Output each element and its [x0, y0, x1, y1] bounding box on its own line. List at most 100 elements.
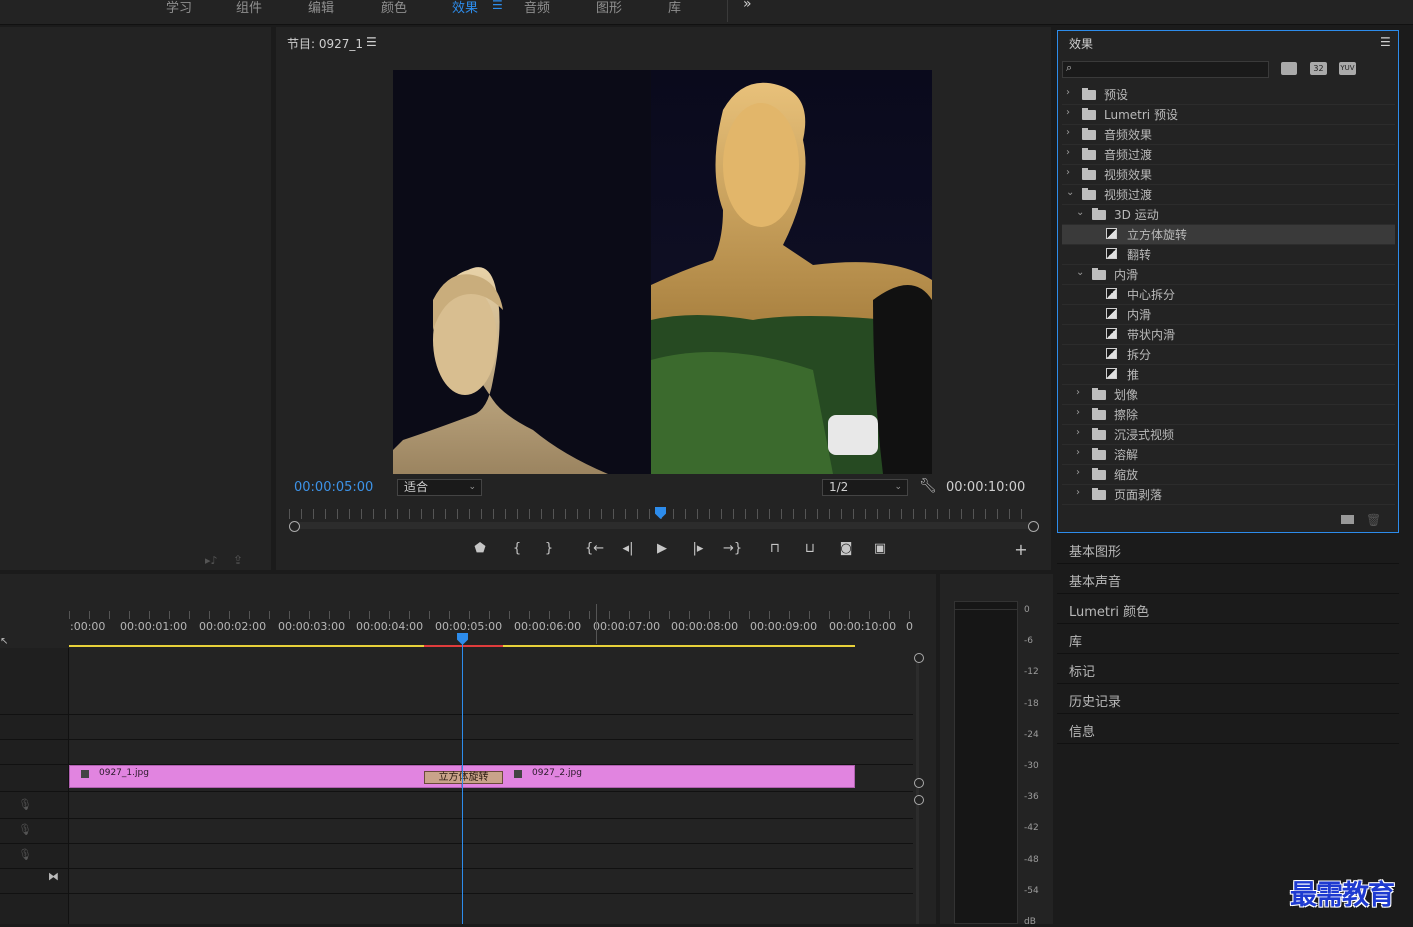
side-tab[interactable]: 信息: [1057, 715, 1399, 744]
workspace-tab-effects[interactable]: 效果: [452, 0, 478, 16]
chevron-right-icon[interactable]: ›: [1076, 487, 1080, 498]
side-tab[interactable]: 标记: [1057, 655, 1399, 684]
workspace-tab-graphics[interactable]: 图形: [596, 0, 622, 16]
effect-folder[interactable]: › 视频效果: [1062, 165, 1395, 185]
chevron-down-icon[interactable]: ⌄: [1076, 267, 1084, 278]
trash-icon[interactable]: 🗑︎: [1366, 513, 1381, 527]
bowtie-icon[interactable]: ⧓: [48, 870, 59, 883]
workspace-tab-learn[interactable]: 学习: [166, 0, 192, 16]
effect-folder[interactable]: › 擦除: [1062, 405, 1395, 425]
microphone-icon[interactable]: 🎙︎: [18, 798, 32, 811]
side-tab[interactable]: Lumetri 颜色: [1057, 595, 1399, 624]
ruler-label: 00:00:07:00: [593, 620, 661, 633]
accelerated-effects-icon[interactable]: [1281, 62, 1297, 75]
effect-item[interactable]: 立方体旋转: [1062, 225, 1395, 245]
microphone-icon[interactable]: 🎙︎: [18, 823, 32, 836]
hamburger-icon[interactable]: ☰: [492, 0, 503, 12]
add-button-icon[interactable]: +: [1012, 540, 1030, 559]
yuv-effects-icon[interactable]: YUV: [1339, 62, 1356, 75]
effect-folder[interactable]: › 沉浸式视频: [1062, 425, 1395, 445]
workspace-tab-libraries[interactable]: 库: [668, 0, 681, 16]
effect-folder[interactable]: › 页面剥落: [1062, 485, 1395, 505]
zoom-handle-right[interactable]: [1028, 521, 1039, 532]
workspace-tab-color[interactable]: 颜色: [381, 0, 407, 16]
extract-icon[interactable]: ⊔: [801, 541, 819, 556]
current-timecode[interactable]: 00:00:05:00: [294, 480, 373, 495]
chevron-right-icon[interactable]: ›: [1066, 127, 1070, 138]
side-tab[interactable]: 基本图形: [1057, 535, 1399, 564]
effect-folder[interactable]: › Lumetri 预设: [1062, 105, 1395, 125]
zoom-handle-left[interactable]: [289, 521, 300, 532]
effect-folder[interactable]: ⌄ 内滑: [1062, 265, 1395, 285]
effect-item[interactable]: 内滑: [1062, 305, 1395, 325]
effect-folder[interactable]: › 缩放: [1062, 465, 1395, 485]
double-chevron-right-icon[interactable]: »: [743, 0, 752, 12]
scroll-handle[interactable]: [914, 778, 924, 788]
chevron-right-icon[interactable]: ›: [1076, 387, 1080, 398]
timeline-vscroll[interactable]: [916, 656, 919, 924]
new-bin-icon[interactable]: [1341, 515, 1354, 524]
clip-0927-1[interactable]: 0927_1.jpg: [69, 765, 462, 788]
monitor-zoom-bar[interactable]: [289, 522, 1032, 529]
go-to-out-icon[interactable]: →}: [723, 541, 742, 556]
step-forward-icon[interactable]: |▸: [689, 541, 707, 556]
effects-search-input[interactable]: ⌕: [1062, 61, 1269, 78]
zoom-dropdown[interactable]: 适合 ⌄: [397, 479, 482, 496]
resolution-dropdown[interactable]: 1/2 ⌄: [822, 479, 908, 496]
panel-menu-icon[interactable]: ☰: [366, 35, 377, 49]
wrench-icon[interactable]: 🔧︎: [919, 478, 937, 494]
32bit-effects-icon[interactable]: 32: [1310, 62, 1327, 75]
effect-folder[interactable]: › 音频效果: [1062, 125, 1395, 145]
scroll-handle[interactable]: [914, 795, 924, 805]
chevron-right-icon[interactable]: ›: [1076, 407, 1080, 418]
export-icon[interactable]: ⇪: [233, 553, 243, 567]
chevron-right-icon[interactable]: ›: [1066, 167, 1070, 178]
compare-view-icon[interactable]: ▣: [871, 541, 889, 556]
effect-folder[interactable]: › 溶解: [1062, 445, 1395, 465]
ruler-label: 00:00:04:00: [356, 620, 424, 633]
chevron-right-icon[interactable]: ›: [1066, 147, 1070, 158]
transition-cube-spin[interactable]: 立方体旋转: [424, 771, 503, 784]
transition-effect-icon: [1106, 368, 1117, 379]
effect-item[interactable]: 推: [1062, 365, 1395, 385]
effect-folder[interactable]: ⌄ 视频过渡: [1062, 185, 1395, 205]
lift-icon[interactable]: ⊓: [766, 541, 784, 556]
workspace-tab-assembly[interactable]: 组件: [236, 0, 262, 16]
scroll-handle-top[interactable]: [914, 653, 924, 663]
mark-out-icon[interactable]: }: [540, 541, 558, 556]
mark-in-icon[interactable]: {: [508, 541, 526, 556]
chevron-right-icon[interactable]: ›: [1076, 447, 1080, 458]
chevron-right-icon[interactable]: ›: [1076, 427, 1080, 438]
chevron-right-icon[interactable]: ›: [1076, 467, 1080, 478]
side-tab[interactable]: 基本声音: [1057, 565, 1399, 594]
workspace-tab-editing[interactable]: 编辑: [308, 0, 334, 16]
side-tab-label: 基本图形: [1069, 545, 1122, 560]
transition-effect-icon: [1106, 328, 1117, 339]
effect-folder[interactable]: › 音频过渡: [1062, 145, 1395, 165]
workspace-tab-audio[interactable]: 音频: [524, 0, 550, 16]
side-tab[interactable]: 库: [1057, 625, 1399, 654]
side-tab[interactable]: 历史记录: [1057, 685, 1399, 714]
effect-folder[interactable]: › 预设: [1062, 85, 1395, 105]
play-icon[interactable]: ▶: [653, 541, 671, 556]
effect-folder[interactable]: ⌄ 3D 运动: [1062, 205, 1395, 225]
effect-folder[interactable]: › 划像: [1062, 385, 1395, 405]
effect-item[interactable]: 拆分: [1062, 345, 1395, 365]
clip-0927-2[interactable]: 0927_2.jpg: [462, 765, 855, 788]
microphone-icon[interactable]: 🎙︎: [18, 848, 32, 861]
insert-audio-icon[interactable]: ▸♪: [205, 554, 218, 567]
add-marker-icon[interactable]: ⬟: [471, 541, 489, 556]
chevron-right-icon[interactable]: ›: [1066, 87, 1070, 98]
camera-icon[interactable]: ◙: [837, 541, 855, 556]
step-back-icon[interactable]: ◂|: [619, 541, 637, 556]
ruler-label: 0: [906, 620, 913, 633]
effect-item[interactable]: 中心拆分: [1062, 285, 1395, 305]
chevron-down-icon[interactable]: ⌄: [1066, 187, 1074, 198]
folder-icon: [1092, 468, 1106, 480]
chevron-right-icon[interactable]: ›: [1066, 107, 1070, 118]
effect-item[interactable]: 翻转: [1062, 245, 1395, 265]
panel-menu-icon[interactable]: ☰: [1380, 35, 1391, 49]
chevron-down-icon[interactable]: ⌄: [1076, 207, 1084, 218]
go-to-in-icon[interactable]: {←: [585, 541, 604, 556]
effect-item[interactable]: 带状内滑: [1062, 325, 1395, 345]
